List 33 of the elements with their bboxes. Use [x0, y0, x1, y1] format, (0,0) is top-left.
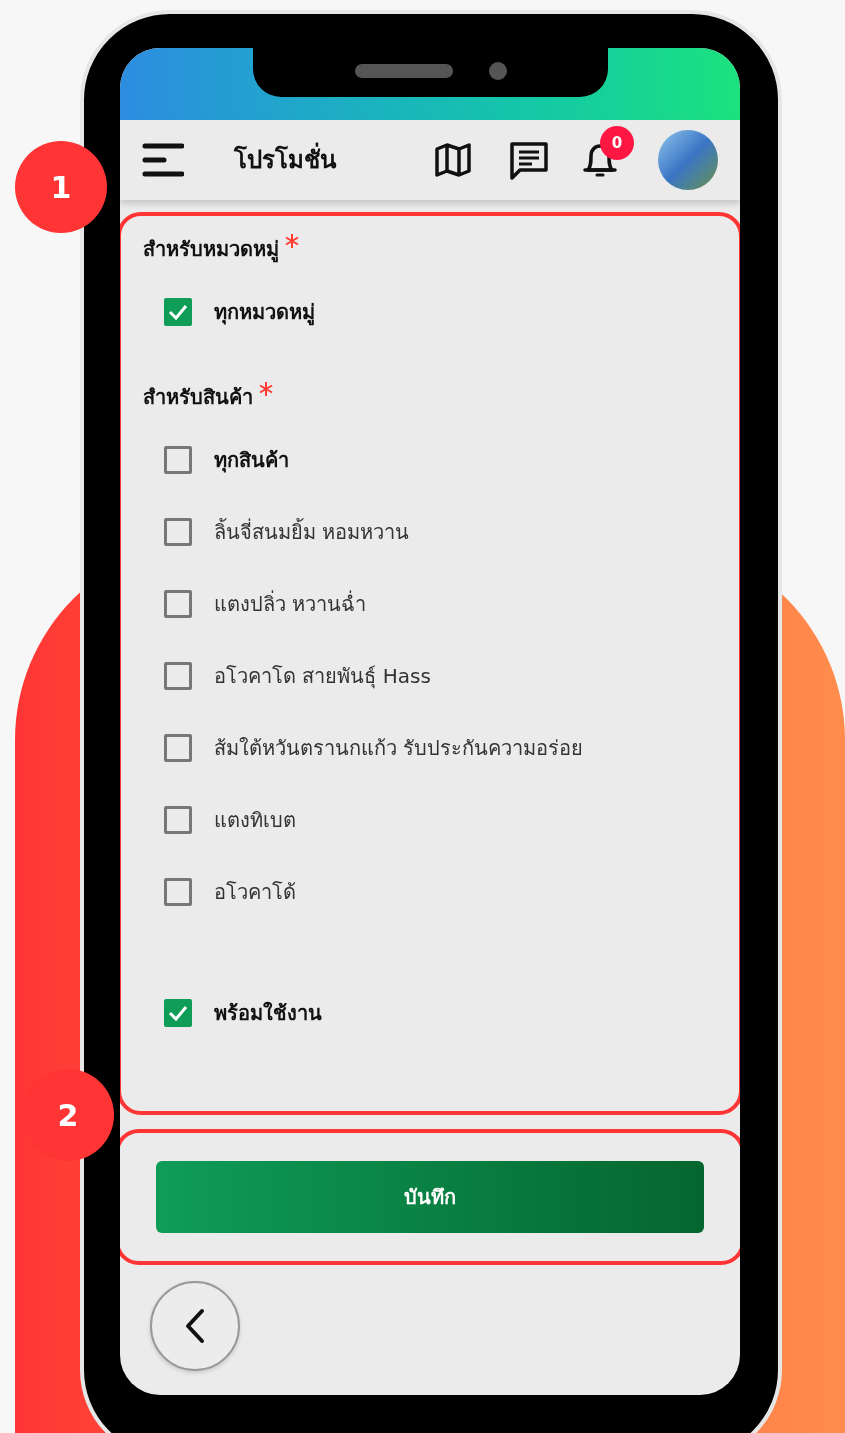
checkbox[interactable]: [164, 999, 192, 1027]
menu-icon[interactable]: [142, 142, 184, 178]
page-title: โปรโมชั่น: [234, 142, 336, 178]
back-button[interactable]: [150, 1281, 240, 1371]
checkbox[interactable]: [164, 446, 192, 474]
checkbox[interactable]: [164, 878, 192, 906]
checkbox[interactable]: [164, 806, 192, 834]
section-label: สำหรับหมวดหมู่: [143, 236, 279, 264]
save-button[interactable]: บันทึก: [156, 1161, 704, 1233]
checkbox-label: อโวคาโด สายพันธุ์ Hass: [214, 663, 431, 691]
checkbox-label: ทุกหมวดหมู่: [214, 299, 315, 327]
checkbox[interactable]: [164, 518, 192, 546]
checkbox-label: ลิ้นจี่สนมยิ้ม หอมหวาน: [214, 517, 410, 546]
checkbox[interactable]: [164, 662, 192, 690]
notification-badge: 0: [600, 126, 634, 160]
avatar[interactable]: [658, 130, 718, 190]
step-marker: 1: [15, 141, 107, 233]
checkmark-icon: [168, 304, 188, 320]
camera-icon: [488, 61, 507, 80]
checkbox-label: แตงทิเบต: [214, 807, 296, 834]
chevron-left-icon: [184, 1308, 206, 1344]
checkbox-label: พร้อมใช้งาน: [214, 1000, 322, 1027]
checkbox-label: แตงปลิ่ว หวานฉ่ำ: [214, 589, 367, 618]
checkbox[interactable]: [164, 298, 192, 326]
checkbox-label: อโวคาโด้: [214, 879, 296, 906]
checkbox-label: ทุกสินค้า: [214, 447, 289, 475]
checkbox[interactable]: [164, 590, 192, 618]
section-label: สำหรับสินค้า: [143, 384, 253, 411]
checkmark-icon: [168, 1005, 188, 1021]
checkbox[interactable]: [164, 734, 192, 762]
checkbox-label: ส้มใต้หวันตรานกแก้ว รับประกันความอร่อย: [214, 735, 584, 762]
map-icon[interactable]: [434, 141, 472, 179]
chat-icon[interactable]: [508, 140, 550, 180]
